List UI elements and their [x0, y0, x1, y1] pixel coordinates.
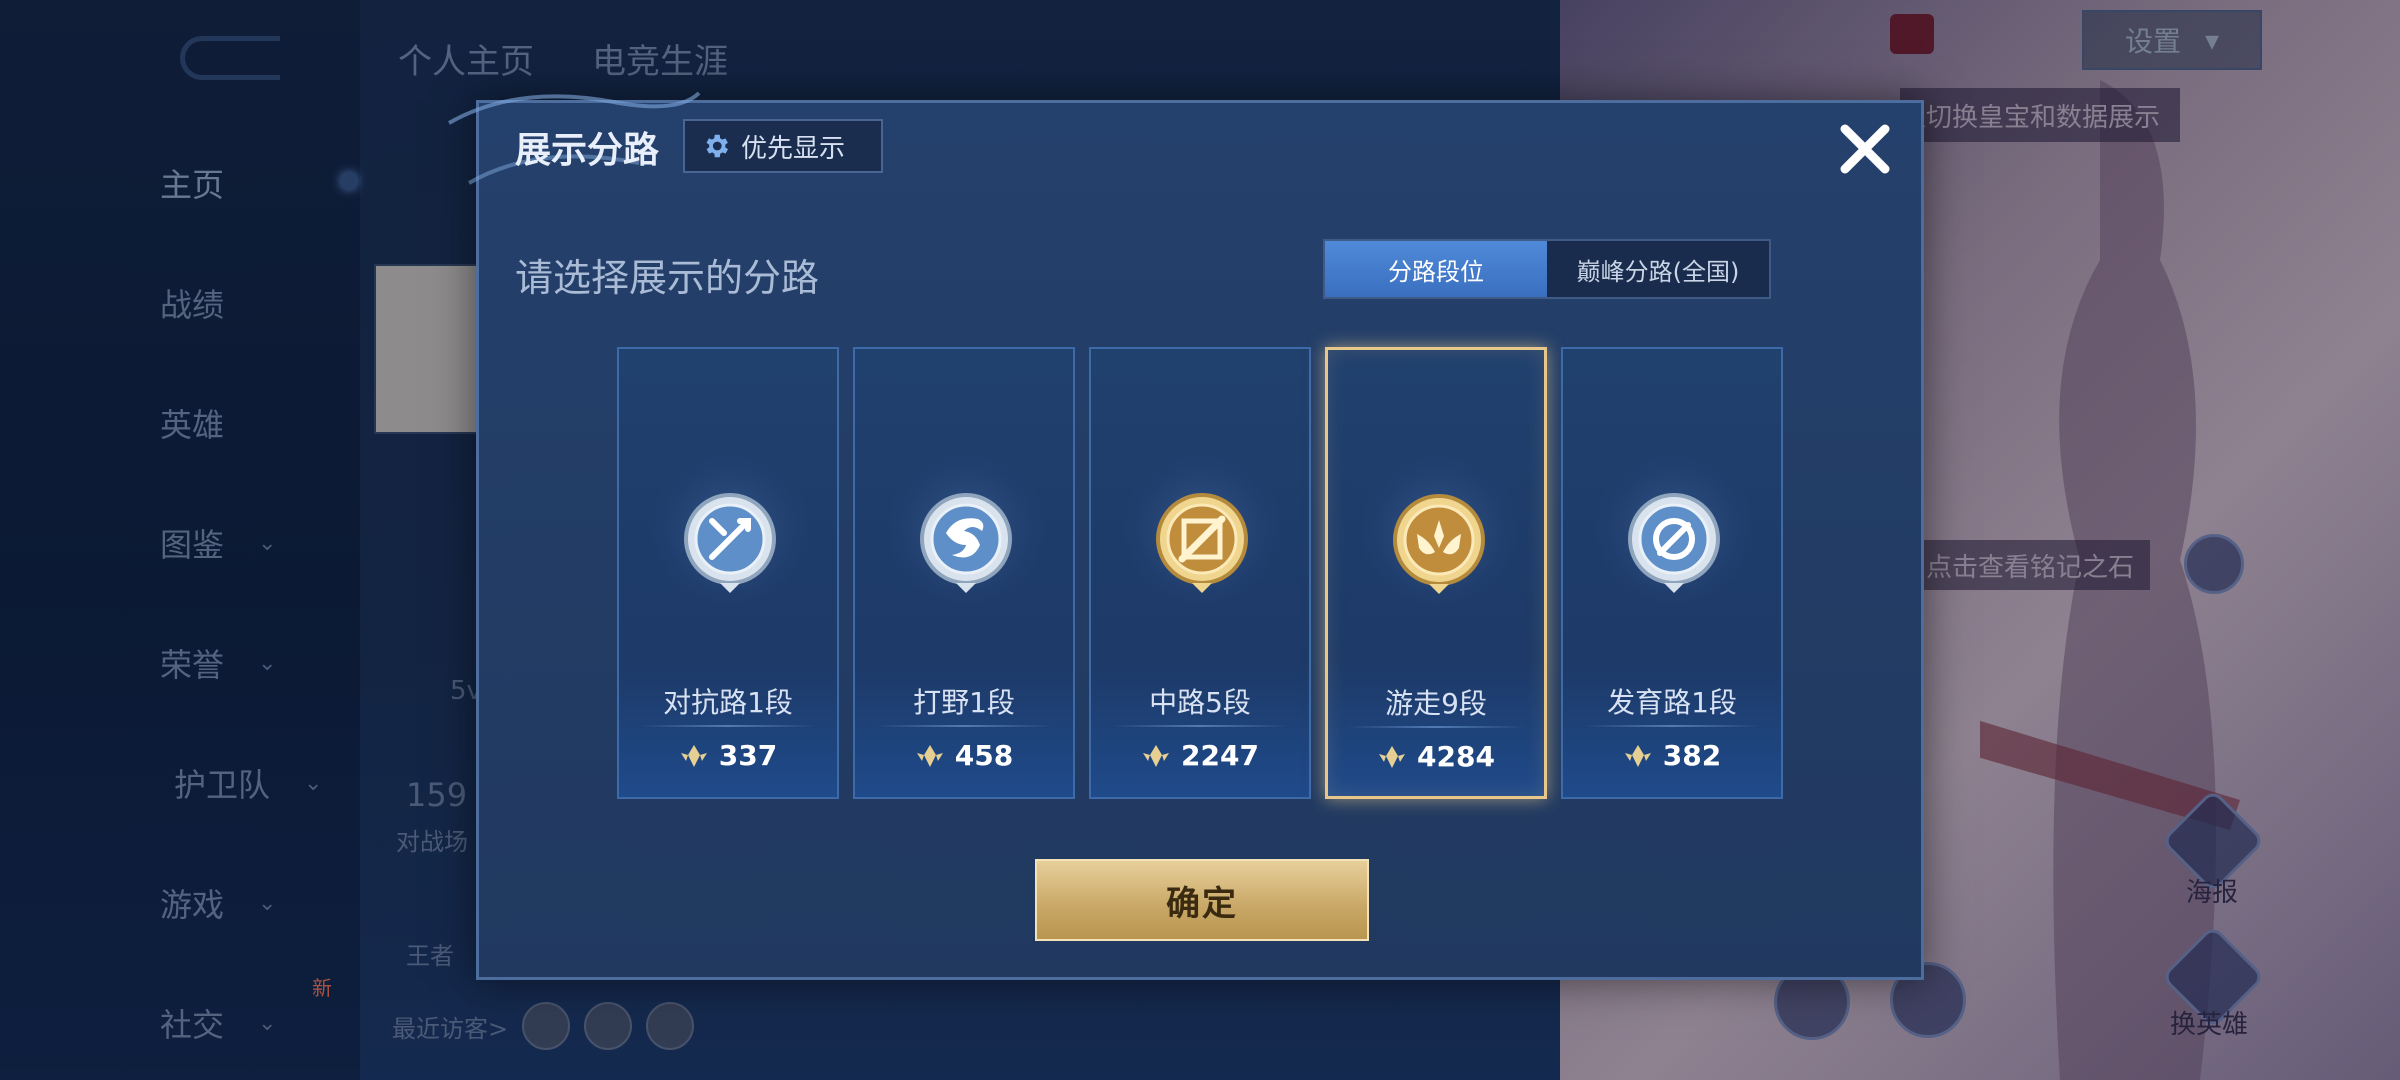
lane-card-list: 对抗路1段 337 打野1段 458 中路5段 2247 游走9段 4284 发…	[617, 347, 1787, 799]
lane-rank-label: 对抗路1段	[663, 686, 793, 719]
lane-card-farm[interactable]: 发育路1段 382	[1561, 347, 1783, 799]
card-divider	[875, 725, 1053, 727]
confirm-button[interactable]: 确定	[1035, 859, 1369, 941]
card-divider	[1348, 726, 1524, 728]
dialog-subtitle: 请选择展示的分路	[515, 256, 820, 300]
lane-rank-label: 游走9段	[1385, 687, 1487, 720]
farm-lane-silver-icon	[1628, 493, 1720, 593]
tab-lane-rank[interactable]: 分路段位	[1325, 241, 1547, 297]
card-divider	[1583, 725, 1761, 727]
roam-gold-icon	[1393, 494, 1485, 594]
lane-score-value: 4284	[1417, 740, 1495, 773]
mid-lane-gold-icon	[1156, 493, 1248, 593]
lane-score-value: 2247	[1181, 739, 1259, 772]
top-lane-silver-icon	[684, 493, 776, 593]
close-icon	[1840, 124, 1890, 174]
lane-score-value: 458	[954, 739, 1014, 772]
peak-score-icon	[1379, 745, 1406, 768]
peak-score-icon	[1143, 744, 1170, 767]
lane-rank-label: 打野1段	[913, 686, 1015, 719]
view-toggle: 分路段位 巅峰分路(全国)	[1323, 239, 1771, 299]
peak-score-icon	[916, 744, 943, 767]
lane-score-value: 382	[1662, 739, 1722, 772]
lane-card-roam[interactable]: 游走9段 4284	[1325, 347, 1547, 799]
card-divider	[639, 725, 817, 727]
lane-rank-label: 中路5段	[1149, 686, 1251, 719]
tab-peak-lane-national[interactable]: 巅峰分路(全国)	[1547, 241, 1769, 297]
priority-display-button[interactable]: 优先显示	[683, 119, 883, 173]
lane-score: 2247	[1091, 739, 1309, 772]
lane-card-jungle[interactable]: 打野1段 458	[853, 347, 1075, 799]
lane-score: 382	[1563, 739, 1781, 772]
lane-score: 458	[855, 739, 1073, 772]
lane-score: 337	[619, 739, 837, 772]
peak-score-icon	[1624, 744, 1651, 767]
card-divider	[1111, 725, 1289, 727]
lane-score-value: 337	[718, 739, 778, 772]
lane-display-dialog: 展示分路 优先显示 请选择展示的分路 分路段位 巅峰分路(全国) 对抗路1段 3…	[448, 91, 1924, 980]
close-button[interactable]	[1833, 117, 1897, 181]
priority-display-label: 优先显示	[741, 133, 846, 164]
lane-rank-label: 发育路1段	[1607, 686, 1737, 719]
gear-icon	[706, 134, 728, 158]
peak-score-icon	[680, 744, 707, 767]
lane-card-top[interactable]: 对抗路1段 337	[617, 347, 839, 799]
lane-card-mid[interactable]: 中路5段 2247	[1089, 347, 1311, 799]
jungle-silver-icon	[920, 493, 1012, 593]
dialog-title: 展示分路	[515, 130, 660, 171]
lane-score: 4284	[1328, 740, 1544, 773]
